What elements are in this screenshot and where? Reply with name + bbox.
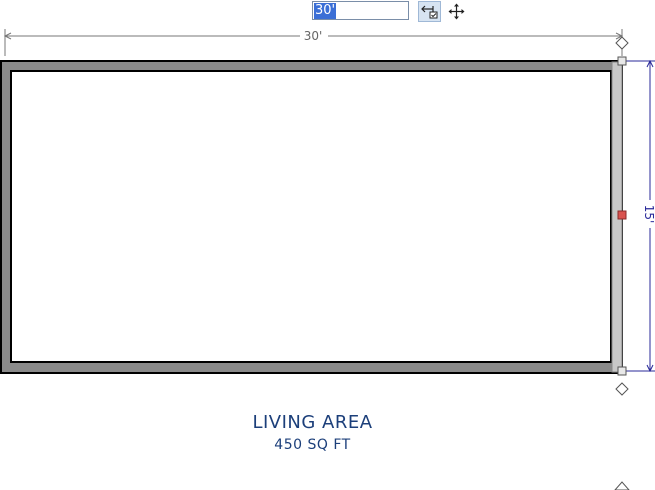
dimension-edit-icon bbox=[421, 5, 438, 19]
room-interior bbox=[10, 70, 612, 363]
top-end-handle[interactable] bbox=[617, 56, 627, 66]
move-button[interactable] bbox=[445, 1, 468, 22]
right-dimension: 15' bbox=[623, 59, 655, 373]
length-input-value: 30' bbox=[314, 3, 337, 19]
right-dimension-label: 15' bbox=[642, 205, 655, 224]
move-arrows-icon bbox=[448, 3, 465, 20]
bottom-rotate-handle[interactable] bbox=[615, 382, 629, 396]
bottom-end-handle[interactable] bbox=[617, 366, 627, 376]
center-move-handle[interactable] bbox=[617, 210, 627, 220]
drawing-canvas[interactable]: 30' 15' 30' LIVING AREA 450 SQ FT bbox=[0, 0, 655, 490]
length-input-field[interactable]: 30' bbox=[312, 1, 409, 20]
top-dimension: 30' bbox=[3, 29, 624, 56]
room-name-label: LIVING AREA bbox=[252, 412, 373, 433]
room-area-label: 450 SQ FT bbox=[274, 437, 351, 453]
dimension-edit-button[interactable] bbox=[418, 1, 441, 22]
top-dimension-label: 30' bbox=[304, 29, 323, 43]
top-rotate-handle[interactable] bbox=[615, 36, 629, 50]
room-walls[interactable] bbox=[0, 60, 623, 374]
extend-triangle-handle[interactable] bbox=[614, 481, 630, 490]
